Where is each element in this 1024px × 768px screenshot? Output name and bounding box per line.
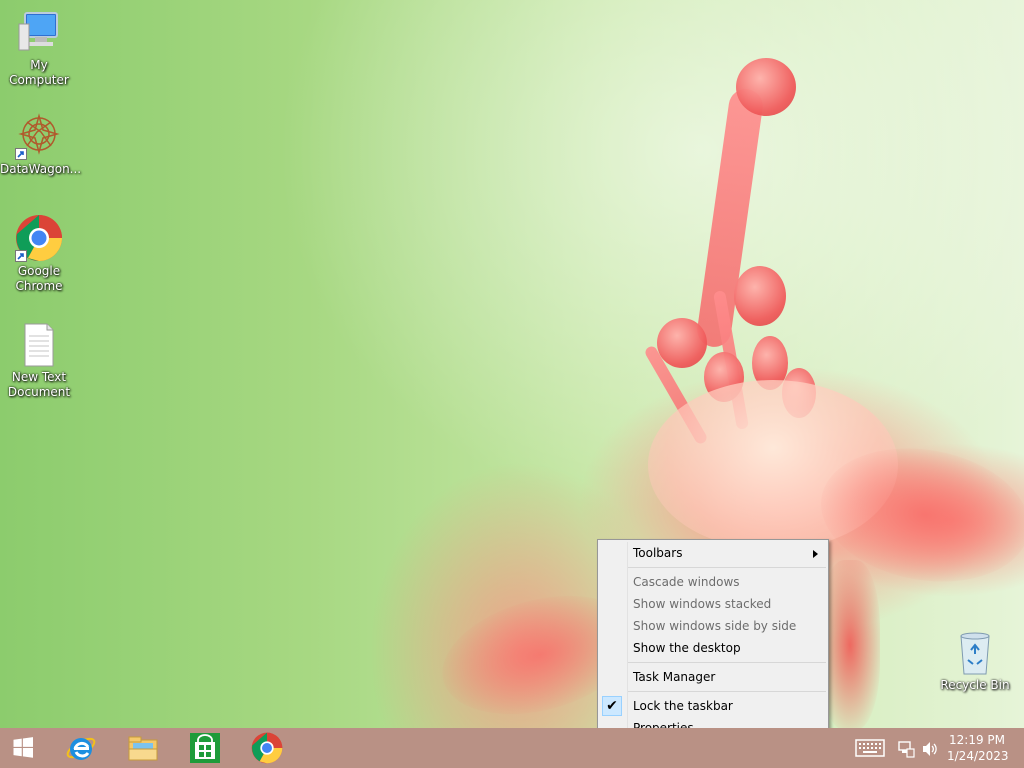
windows-logo-icon xyxy=(13,737,33,758)
checkmark-icon: ✔ xyxy=(602,696,622,716)
menu-item-show-the-desktop[interactable]: Show the desktop xyxy=(600,637,826,659)
start-button[interactable] xyxy=(0,728,48,768)
menu-item-cascade-windows[interactable]: Cascade windows xyxy=(600,571,826,593)
network-icon[interactable] xyxy=(897,740,915,760)
menu-separator xyxy=(628,567,826,568)
desktop-icon-label: Recycle Bin xyxy=(940,678,1010,692)
desktop-icon-label: DataWagon... xyxy=(0,162,82,176)
menu-item-label: Show windows side by side xyxy=(633,619,797,633)
desktop-icon-label: New Text Document xyxy=(7,370,71,399)
recycle-bin-icon xyxy=(951,628,999,676)
clock-date: 1/24/2023 xyxy=(947,749,1009,763)
menu-item-label: Toolbars xyxy=(633,546,683,560)
file-explorer-icon xyxy=(128,736,158,761)
taskbar-file-explorer[interactable] xyxy=(115,728,171,768)
chrome-icon xyxy=(251,732,283,764)
taskbar-internet-explorer[interactable] xyxy=(53,728,109,768)
desktop-icon-new-text-document[interactable]: New Text Document xyxy=(0,320,78,400)
computer-icon xyxy=(15,8,63,56)
taskbar-context-menu: Toolbars Cascade windows Show windows st… xyxy=(597,539,829,742)
datawagon-icon xyxy=(15,112,63,160)
menu-item-toolbars[interactable]: Toolbars xyxy=(600,542,826,564)
taskbar-store[interactable] xyxy=(177,728,233,768)
wallpaper xyxy=(0,0,1024,735)
menu-item-label: Task Manager xyxy=(633,670,716,684)
text-document-icon xyxy=(15,320,63,368)
submenu-arrow-icon xyxy=(813,550,818,558)
desktop-icon-datawagon[interactable]: DataWagon... xyxy=(0,112,82,177)
desktop[interactable]: My Computer DataWagon... Google Chrome N… xyxy=(0,0,1024,768)
shortcut-arrow-icon xyxy=(15,250,27,262)
menu-separator xyxy=(628,691,826,692)
desktop-icon-label: My Computer xyxy=(9,58,69,87)
menu-separator xyxy=(628,662,826,663)
internet-explorer-icon xyxy=(66,737,96,760)
menu-item-lock-the-taskbar[interactable]: ✔ Lock the taskbar xyxy=(600,695,826,717)
desktop-icon-recycle-bin[interactable]: Recycle Bin xyxy=(936,628,1014,693)
menu-item-label: Lock the taskbar xyxy=(633,699,733,713)
desktop-icon-label: Google Chrome xyxy=(15,264,63,293)
clock[interactable]: 12:19 PM 1/24/2023 xyxy=(947,732,1009,764)
menu-item-label: Cascade windows xyxy=(633,575,740,589)
taskbar-chrome[interactable] xyxy=(239,728,295,768)
store-icon xyxy=(190,733,220,763)
menu-item-task-manager[interactable]: Task Manager xyxy=(600,666,826,688)
menu-item-label: Show the desktop xyxy=(633,641,741,655)
menu-item-show-windows-side-by-side[interactable]: Show windows side by side xyxy=(600,615,826,637)
menu-item-show-windows-stacked[interactable]: Show windows stacked xyxy=(600,593,826,615)
desktop-icon-my-computer[interactable]: My Computer xyxy=(0,8,78,88)
menu-item-label: Show windows stacked xyxy=(633,597,772,611)
desktop-icon-google-chrome[interactable]: Google Chrome xyxy=(0,214,78,294)
keyboard-icon[interactable] xyxy=(855,739,885,759)
taskbar[interactable]: 12:19 PM 1/24/2023 xyxy=(0,728,1024,768)
chrome-icon xyxy=(15,214,63,262)
flower-petal-bottom xyxy=(820,560,880,730)
clock-time: 12:19 PM xyxy=(949,733,1005,747)
speaker-icon[interactable] xyxy=(921,740,939,760)
shortcut-arrow-icon xyxy=(15,148,27,160)
